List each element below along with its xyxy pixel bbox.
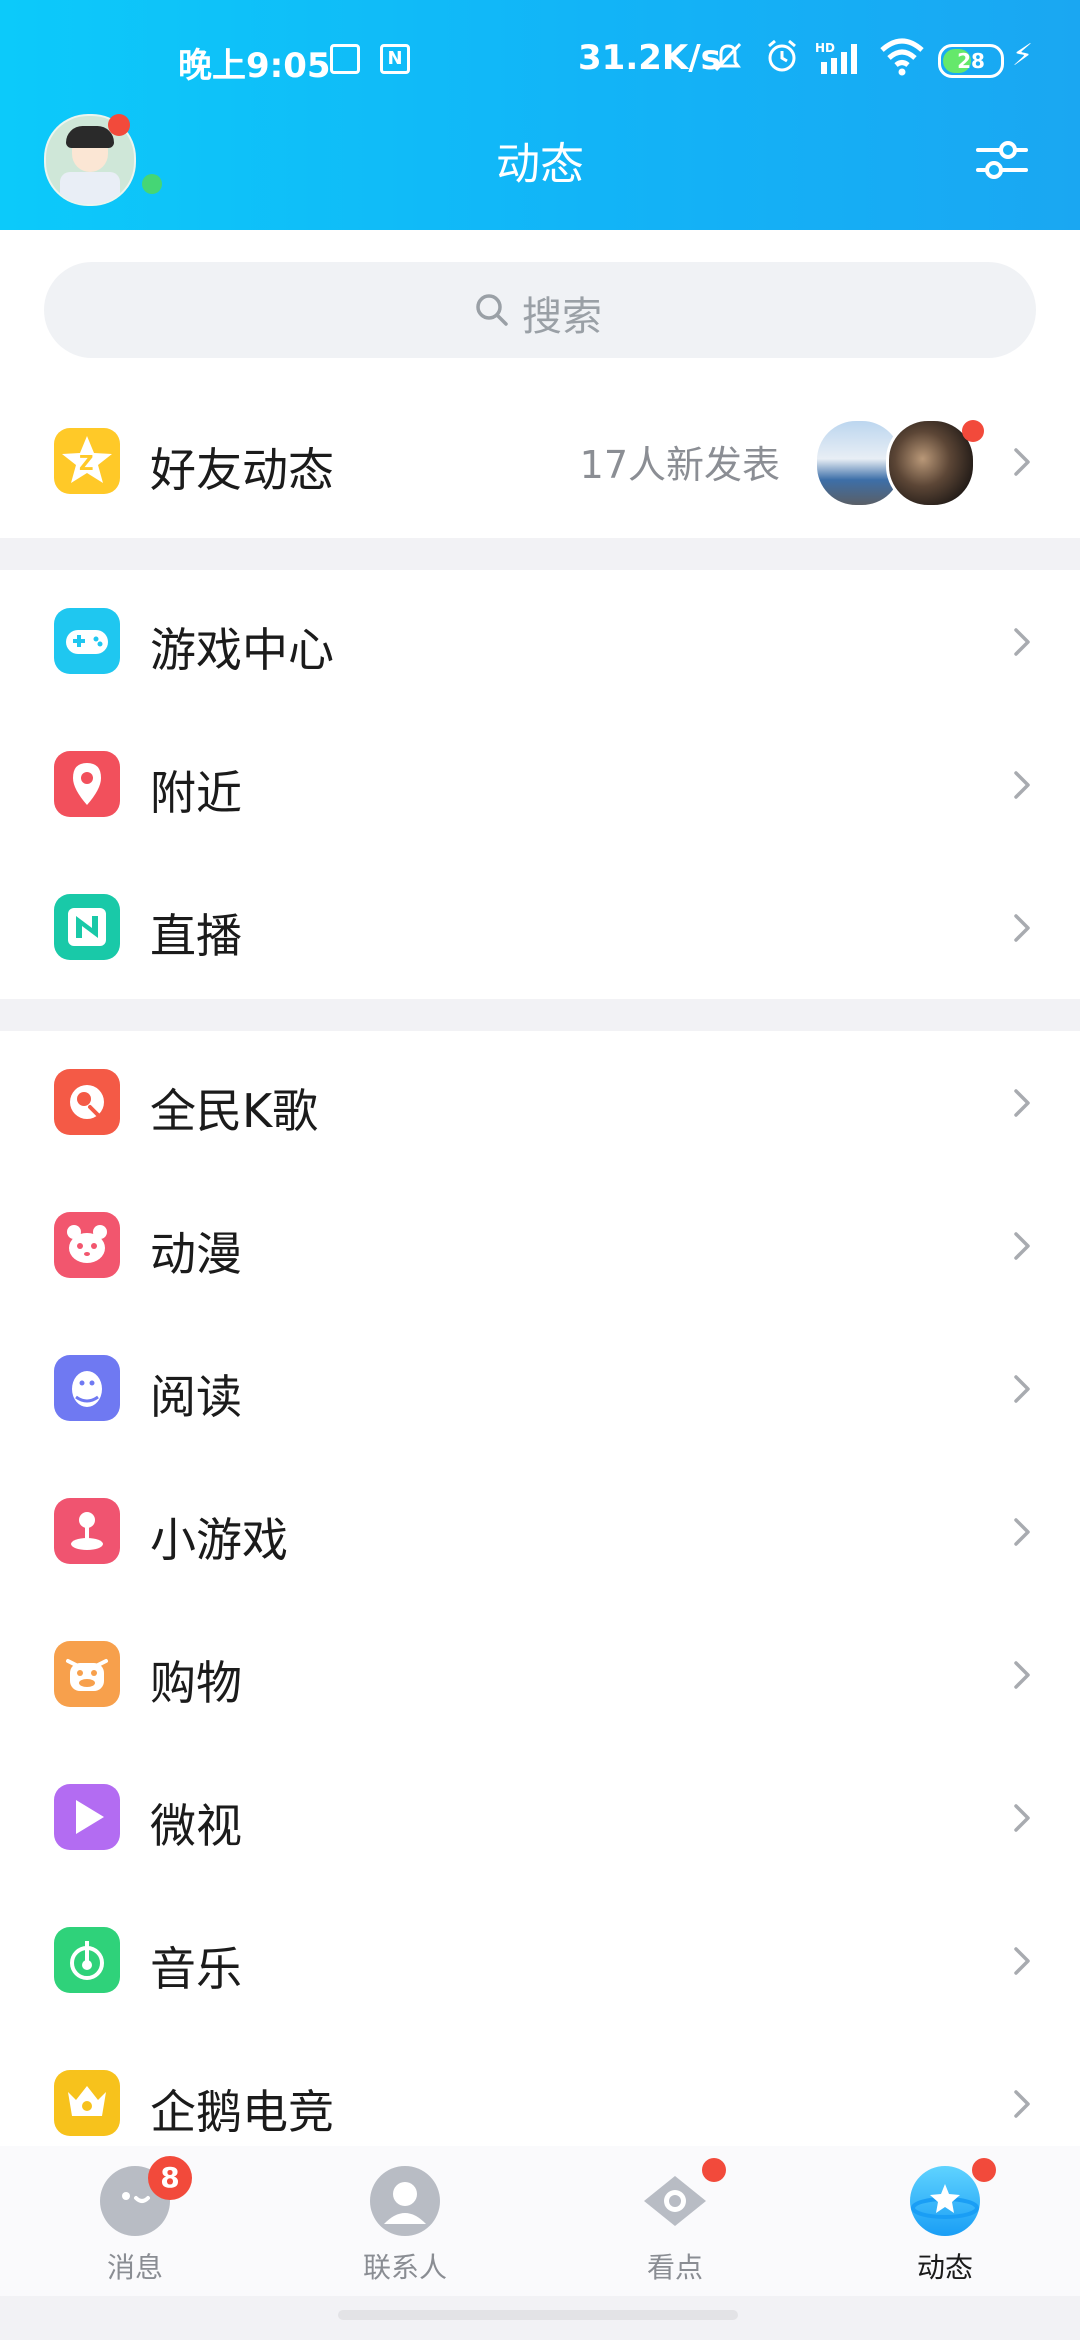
list-item-label: 直播: [150, 909, 242, 963]
search-input[interactable]: 搜索: [44, 262, 1036, 358]
list-item-label: 小游戏: [150, 1513, 288, 1567]
friends-feed-label: 好友动态: [150, 443, 334, 497]
section-divider: [0, 999, 1080, 1031]
chevron-right-icon: [1008, 1941, 1038, 1981]
list-item-game-center[interactable]: 游戏中心: [0, 570, 1080, 713]
tab-contacts[interactable]: 联系人: [270, 2146, 540, 2296]
list-item-label: 阅读: [150, 1370, 242, 1424]
search-area: 搜索: [0, 230, 1080, 390]
chevron-right-icon: [1008, 1083, 1038, 1123]
unread-badge: 8: [148, 2156, 192, 2200]
panda-icon: [54, 1212, 120, 1278]
game-controller-icon: [54, 608, 120, 674]
list-item-reading[interactable]: 阅读: [0, 1317, 1080, 1460]
list-item-label: 动漫: [150, 1227, 242, 1281]
list-item-label: 音乐: [150, 1942, 242, 1996]
search-placeholder: 搜索: [522, 294, 602, 340]
list-item-mini-games[interactable]: 小游戏: [0, 1460, 1080, 1603]
chevron-right-icon: [1008, 1369, 1038, 1409]
tab-dongtai[interactable]: 动态: [810, 2146, 1080, 2296]
planet-star-icon: [910, 2166, 980, 2236]
friends-feed-card: Z 好友动态 17人新发表: [0, 390, 1080, 538]
settings-sliders-icon[interactable]: [974, 132, 1030, 188]
live-n-icon: [54, 894, 120, 960]
friends-feed-row[interactable]: Z 好友动态 17人新发表: [0, 390, 1080, 538]
tab-messages[interactable]: 8 消息: [0, 2146, 270, 2296]
chevron-right-icon: [1008, 1226, 1038, 1266]
alarm-icon: [762, 36, 802, 85]
svg-text:Z: Z: [79, 451, 94, 475]
tab-kandian[interactable]: 看点: [540, 2146, 810, 2296]
chevron-right-icon: [1008, 908, 1038, 948]
bottom-tab-bar: 8 消息 联系人 看点 动态: [0, 2146, 1080, 2296]
n-app-icon: N: [380, 44, 410, 74]
penguin-book-icon: [54, 1355, 120, 1421]
page-title: 动态: [496, 139, 584, 190]
tab-label: 联系人: [362, 2251, 447, 2284]
friends-feed-dot: [962, 420, 984, 442]
svg-text:HD: HD: [815, 41, 835, 55]
list-item-label: 附近: [150, 766, 242, 820]
chevron-right-icon: [1008, 622, 1038, 662]
star-z-icon: Z: [54, 428, 120, 494]
services-section-2: 全民K歌 动漫 阅读 小游戏 购物 微视 音乐 企鹅电竞: [0, 1031, 1080, 2175]
list-item-weishi[interactable]: 微视: [0, 1746, 1080, 1889]
list-item-label: 购物: [150, 1656, 242, 1710]
chevron-right-icon: [1008, 1512, 1038, 1552]
joystick-icon: [54, 1498, 120, 1564]
kandian-red-dot: [702, 2158, 726, 2182]
screen-record-icon: [330, 44, 360, 74]
list-item-music[interactable]: 音乐: [0, 1889, 1080, 2032]
cow-shopping-icon: [54, 1641, 120, 1707]
tab-label: 消息: [106, 2251, 163, 2284]
chevron-right-icon: [1008, 442, 1038, 482]
music-note-icon: [54, 1927, 120, 1993]
list-item-shopping[interactable]: 购物: [0, 1603, 1080, 1746]
karaoke-icon: [54, 1069, 120, 1135]
chevron-right-icon: [1008, 1655, 1038, 1695]
new-posts-count: 17人新发表: [579, 443, 780, 487]
battery-icon: 28: [938, 44, 1004, 78]
app-header: 晚上9:05 N 31.2K/s HD 28 ⚡ 动态: [0, 0, 1080, 230]
status-time: 晚上9:05: [178, 46, 331, 86]
tab-label: 动态: [916, 2251, 973, 2284]
list-item-anime[interactable]: 动漫: [0, 1174, 1080, 1317]
chevron-right-icon: [1008, 1798, 1038, 1838]
list-item-label: 游戏中心: [150, 623, 334, 677]
video-play-icon: [54, 1784, 120, 1850]
status-bar: 晚上9:05 N 31.2K/s HD 28 ⚡: [0, 28, 1080, 88]
list-item-label: 企鹅电竞: [150, 2085, 334, 2139]
tab-label: 看点: [646, 2251, 703, 2284]
esports-crown-icon: [54, 2070, 120, 2136]
list-item-label: 全民K歌: [150, 1084, 319, 1138]
services-section-1: 游戏中心 附近 直播: [0, 570, 1080, 999]
section-divider: [0, 538, 1080, 570]
list-item-live[interactable]: 直播: [0, 856, 1080, 999]
list-item-label: 微视: [150, 1799, 242, 1853]
hd-signal-icon: HD: [815, 40, 867, 85]
mute-bell-icon: [708, 38, 748, 87]
person-icon: [370, 2166, 440, 2236]
dongtai-red-dot: [972, 2158, 996, 2182]
home-indicator[interactable]: [338, 2310, 738, 2320]
location-pin-icon: [54, 751, 120, 817]
list-item-nearby[interactable]: 附近: [0, 713, 1080, 856]
list-item-karaoke[interactable]: 全民K歌: [0, 1031, 1080, 1174]
main-content: 搜索 Z 好友动态 17人新发表 游戏中心 附近 直播 全民K歌 动漫 阅读 小…: [0, 230, 1080, 2175]
eye-icon: [640, 2166, 710, 2236]
charging-icon: ⚡: [1012, 38, 1034, 73]
network-speed: 31.2K/s: [578, 38, 721, 78]
search-icon: [472, 290, 512, 330]
chevron-right-icon: [1008, 2084, 1038, 2124]
wifi-icon: [878, 34, 926, 87]
chevron-right-icon: [1008, 765, 1038, 805]
